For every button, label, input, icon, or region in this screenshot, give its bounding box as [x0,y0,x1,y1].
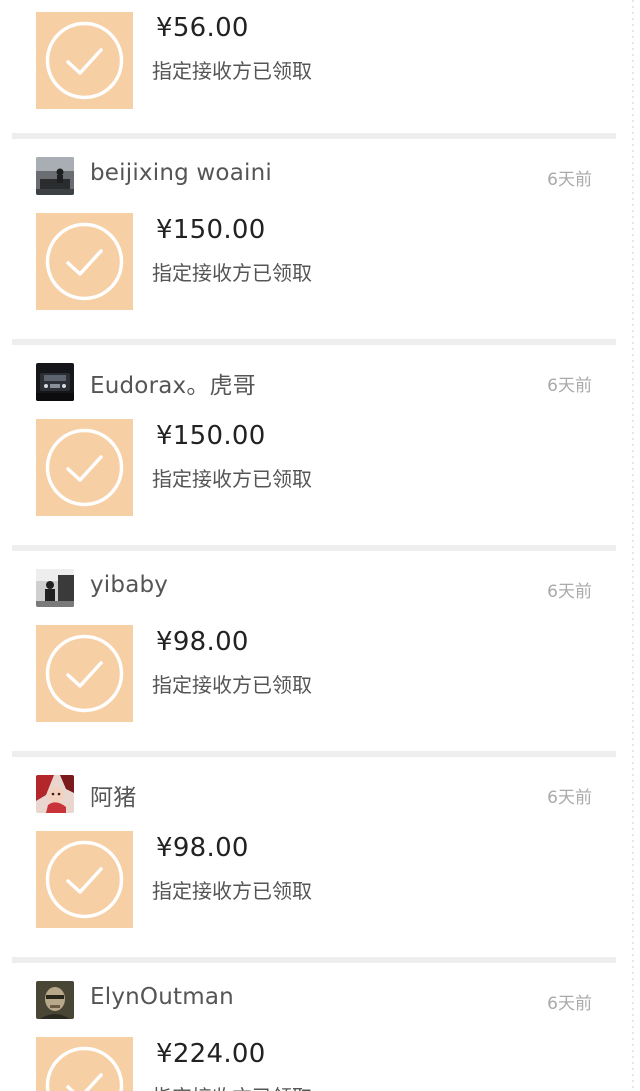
check-circle-icon [45,428,124,507]
check-circle-icon [45,840,124,919]
card-header: yibaby 6天前 [36,568,592,608]
transfer-envelope[interactable] [36,831,133,928]
transfer-card[interactable]: Eudorax。虎哥 6天前 ¥150.00 指定接收方已领取 [12,345,616,545]
transfer-envelope[interactable] [36,625,133,722]
transfer-status: 指定接收方已领取 [152,261,312,285]
timestamp: 6天前 [547,582,592,602]
transfer-status: 指定接收方已领取 [152,1081,312,1091]
username: 阿猪 [90,785,137,811]
check-circle-icon [45,1046,124,1091]
avatar[interactable] [36,157,74,195]
card-header: Eudorax。虎哥 6天前 [36,362,592,402]
transfer-status: 指定接收方已领取 [152,673,312,697]
timestamp: 6天前 [547,994,592,1014]
avatar-portrait-photo [36,981,74,1019]
transfer-amount: ¥56.00 [156,13,249,43]
transfer-amount: ¥150.00 [156,421,266,451]
username: ElynOutman [90,984,234,1010]
transfer-feed-page: ¥56.00 指定接收方已领取 beijixing woaini 6天前 ¥15… [0,0,640,1091]
avatar-illustration [36,775,74,813]
card-header: beijixing woaini 6天前 [36,156,592,196]
check-circle-icon [45,222,124,301]
avatar[interactable] [36,981,74,1019]
transfer-card[interactable]: yibaby 6天前 ¥98.00 指定接收方已领取 [12,551,616,751]
transfer-envelope[interactable] [36,12,133,109]
transfer-card[interactable]: beijixing woaini 6天前 ¥150.00 指定接收方已领取 [12,139,616,339]
transfer-status: 指定接收方已领取 [152,59,312,83]
avatar-street-photo [36,569,74,607]
transfer-amount: ¥98.00 [156,627,249,657]
transfer-envelope[interactable] [36,1037,133,1091]
transfer-envelope[interactable] [36,419,133,516]
card-header: ElynOutman 6天前 [36,980,592,1020]
timestamp: 6天前 [547,376,592,396]
card-header: 阿猪 6天前 [36,774,592,814]
transfer-amount: ¥98.00 [156,833,249,863]
transfer-card[interactable]: 阿猪 6天前 ¥98.00 指定接收方已领取 [12,757,616,957]
username: beijixing woaini [90,160,272,186]
transfer-feed: ¥56.00 指定接收方已领取 beijixing woaini 6天前 ¥15… [12,0,616,1091]
transfer-card[interactable]: ElynOutman 6天前 ¥224.00 指定接收方已领取 [12,963,616,1091]
transfer-status: 指定接收方已领取 [152,879,312,903]
avatar-car-photo [36,363,74,401]
transfer-card[interactable]: ¥56.00 指定接收方已领取 [12,0,616,133]
avatar[interactable] [36,569,74,607]
avatar-piano-photo [36,157,74,195]
transfer-amount: ¥224.00 [156,1039,266,1069]
check-circle-icon [45,21,124,100]
transfer-status: 指定接收方已领取 [152,467,312,491]
transfer-envelope[interactable] [36,213,133,310]
timestamp: 6天前 [547,170,592,190]
username: Eudorax。虎哥 [90,373,256,399]
timestamp: 6天前 [547,788,592,808]
username: yibaby [90,572,169,598]
scroll-edge [632,0,634,1091]
check-circle-icon [45,634,124,713]
avatar[interactable] [36,363,74,401]
transfer-amount: ¥150.00 [156,215,266,245]
avatar[interactable] [36,775,74,813]
